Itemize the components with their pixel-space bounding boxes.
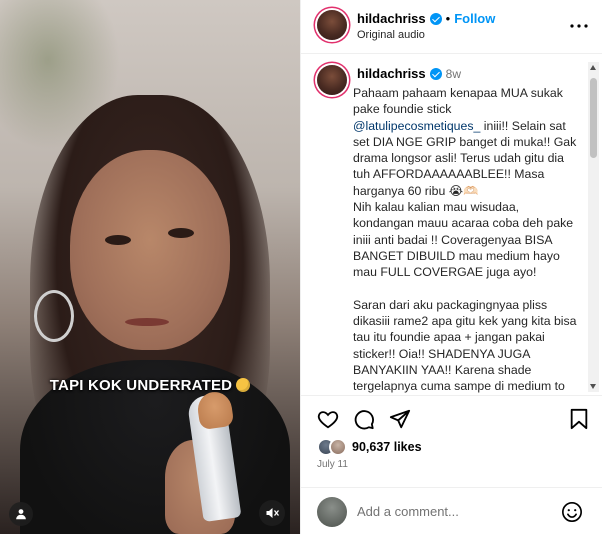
comment-button[interactable] bbox=[351, 406, 377, 432]
caption-part-2: iniii!! Selain sat set DIA NGE GRIP bang… bbox=[353, 118, 577, 394]
verified-badge-icon bbox=[429, 68, 442, 80]
person-mouth bbox=[125, 318, 169, 326]
scrollbar-thumb[interactable] bbox=[590, 78, 597, 158]
mention-link[interactable]: @latulipecosmetiques_ bbox=[353, 119, 480, 133]
reel-video[interactable]: TAPI KOK UNDERRATED bbox=[0, 0, 300, 534]
caption-text: Pahaam pahaam kenapaa MUA sukak pake fou… bbox=[353, 85, 579, 395]
comment-author-avatar[interactable] bbox=[317, 65, 347, 95]
author-username[interactable]: hildachriss bbox=[357, 11, 426, 26]
author-row: hildachriss • Follow bbox=[357, 11, 495, 26]
video-caption-text: TAPI KOK UNDERRATED bbox=[49, 377, 233, 394]
heart-icon bbox=[317, 411, 339, 429]
user-icon bbox=[16, 509, 26, 520]
post-date[interactable]: July 11 bbox=[317, 459, 348, 470]
comment-input[interactable] bbox=[357, 501, 547, 521]
comment-header: hildachriss 8w bbox=[357, 66, 461, 81]
tagged-users-button[interactable] bbox=[9, 502, 33, 526]
comments-area[interactable]: hildachriss 8w Pahaam pahaam kenapaa MUA … bbox=[301, 55, 602, 395]
post-panel: hildachriss • Follow Original audio hildac… bbox=[300, 0, 602, 534]
audio-link[interactable]: Original audio bbox=[357, 29, 425, 41]
likes-count[interactable]: 90,637 likes bbox=[352, 440, 422, 454]
caption-part-1: Pahaam pahaam kenapaa MUA sukak pake fou… bbox=[353, 86, 567, 117]
liker-avatar bbox=[329, 438, 347, 456]
save-button[interactable] bbox=[566, 406, 592, 432]
likes-number: 90,637 bbox=[352, 440, 391, 454]
scroll-down-arrow-icon[interactable] bbox=[590, 384, 596, 389]
likes-suffix: likes bbox=[393, 440, 422, 454]
emoji-icon bbox=[562, 502, 582, 522]
comments-scrollbar[interactable] bbox=[588, 62, 599, 392]
author-avatar[interactable] bbox=[317, 10, 347, 40]
share-button[interactable] bbox=[387, 406, 413, 432]
person-eye-left bbox=[105, 235, 131, 245]
header-separator: • bbox=[445, 11, 451, 26]
scroll-up-arrow-icon[interactable] bbox=[590, 65, 596, 70]
comment-username[interactable]: hildachriss bbox=[357, 66, 426, 81]
mute-toggle-button[interactable] bbox=[259, 500, 285, 526]
like-button[interactable] bbox=[315, 406, 341, 432]
person-eye-right bbox=[168, 228, 194, 238]
video-caption: TAPI KOK UNDERRATED bbox=[40, 377, 260, 394]
more-dots-icon bbox=[570, 24, 588, 28]
follow-button[interactable]: Follow bbox=[454, 11, 495, 26]
share-icon bbox=[389, 409, 411, 429]
more-options-button[interactable] bbox=[567, 14, 591, 38]
speaker-muted-icon bbox=[266, 508, 279, 518]
emoji-picker-button[interactable] bbox=[559, 499, 585, 525]
earring bbox=[34, 290, 74, 342]
comment-icon bbox=[354, 410, 374, 430]
post-header: hildachriss • Follow Original audio bbox=[301, 0, 602, 54]
verified-badge-icon bbox=[429, 13, 442, 25]
thinking-face-icon bbox=[236, 378, 251, 392]
liker-avatars[interactable] bbox=[317, 438, 351, 458]
current-user-avatar bbox=[317, 497, 347, 527]
bookmark-icon bbox=[570, 408, 588, 430]
comment-time: 8w bbox=[445, 67, 461, 81]
add-comment-bar bbox=[301, 487, 602, 534]
